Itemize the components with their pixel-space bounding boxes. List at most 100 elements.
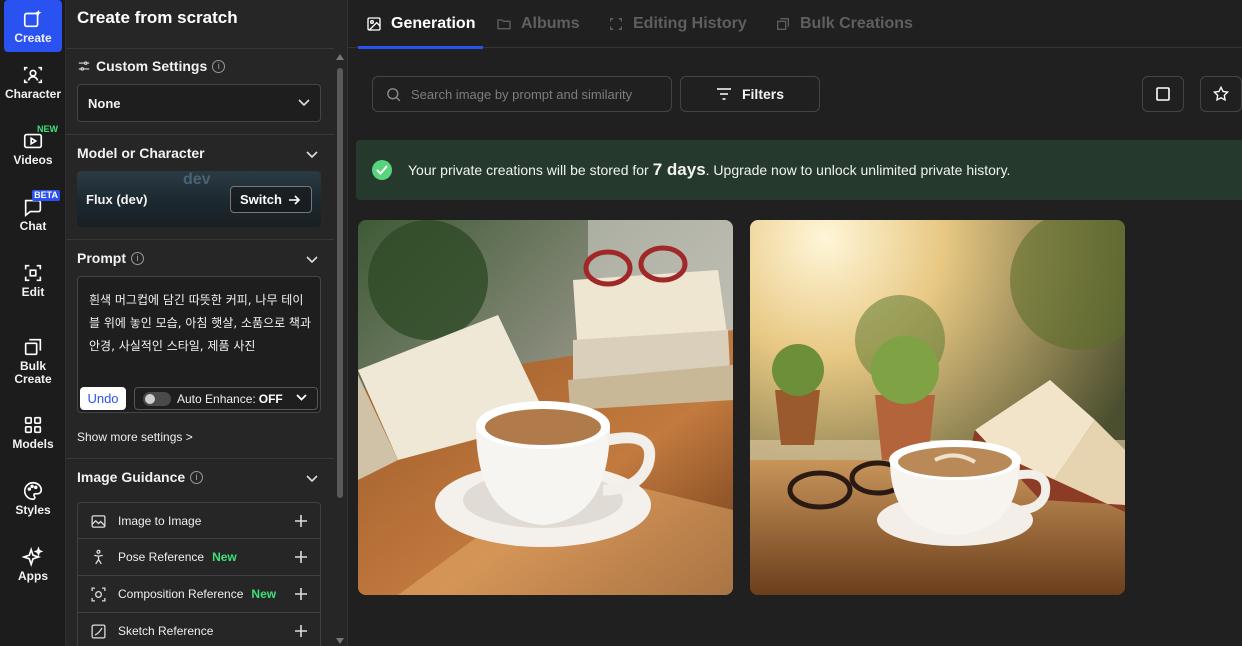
filter-icon bbox=[716, 88, 731, 100]
image-icon bbox=[367, 16, 381, 31]
tab-bar: Generation Albums Editing History Bulk C… bbox=[348, 0, 1242, 49]
rail-styles[interactable]: Styles bbox=[4, 472, 62, 524]
tab-generation[interactable]: Generation bbox=[358, 0, 484, 49]
select-mode-button[interactable] bbox=[1142, 76, 1184, 112]
scroll-down-arrow[interactable] bbox=[336, 638, 344, 644]
divider bbox=[66, 239, 334, 240]
rail-videos[interactable]: NEW Videos bbox=[4, 122, 62, 174]
model-card[interactable]: dev Flux (dev) Switch bbox=[77, 171, 321, 227]
notice-days: 7 days bbox=[652, 160, 706, 179]
guidance-label: Composition Reference bbox=[118, 587, 244, 601]
guidance-label: Pose Reference bbox=[118, 550, 205, 564]
rail-edit[interactable]: Edit bbox=[4, 254, 62, 306]
rail-label: Videos bbox=[13, 152, 53, 167]
sparkle-edit-icon bbox=[23, 9, 42, 27]
generated-image-2[interactable] bbox=[750, 220, 1125, 595]
tab-albums[interactable]: Albums bbox=[496, 0, 580, 47]
divider bbox=[66, 48, 334, 49]
left-rail: Create Character NEW Videos BETA Chat Ed… bbox=[0, 0, 66, 646]
panel-scrollbar[interactable] bbox=[335, 50, 345, 646]
guidance-pose-reference[interactable]: Pose Reference New bbox=[77, 539, 321, 576]
model-heading: Model or Character bbox=[77, 145, 205, 161]
tab-label: Generation bbox=[391, 14, 476, 32]
plus-icon[interactable] bbox=[294, 550, 308, 564]
info-icon[interactable]: i bbox=[190, 470, 204, 484]
sliders-icon bbox=[78, 61, 90, 71]
chevron-down-icon bbox=[298, 99, 310, 107]
rail-models[interactable]: Models bbox=[4, 406, 62, 458]
info-icon[interactable]: i bbox=[212, 59, 226, 73]
rail-character[interactable]: Character bbox=[4, 56, 62, 108]
generated-image-1[interactable] bbox=[358, 220, 733, 595]
auto-enhance-state: OFF bbox=[258, 391, 283, 406]
rail-label: Create bbox=[14, 30, 52, 45]
rail-create[interactable]: Create bbox=[4, 0, 62, 52]
custom-settings-select[interactable]: None bbox=[77, 84, 321, 122]
auto-enhance-label: Auto Enhance: bbox=[177, 391, 256, 406]
storage-notice-banner: Your private creations will be stored fo… bbox=[356, 140, 1242, 200]
image-guidance-heading: Image Guidance i bbox=[77, 469, 204, 485]
search-input[interactable]: Search image by prompt and similarity bbox=[372, 76, 672, 112]
divider bbox=[66, 458, 334, 459]
plus-icon[interactable] bbox=[294, 514, 308, 528]
grid-icon bbox=[24, 416, 42, 433]
chevron-down-icon[interactable] bbox=[306, 148, 318, 160]
rail-label: Bulk Create bbox=[14, 359, 52, 386]
guidance-image-to-image[interactable]: Image to Image bbox=[77, 502, 321, 539]
scroll-up-arrow[interactable] bbox=[336, 54, 344, 60]
prompt-textarea[interactable]: 흰색 머그컵에 담긴 따뜻한 커피, 나무 테이블 위에 놓인 모습, 아침 햇… bbox=[77, 276, 321, 413]
rail-bulk-create[interactable]: Bulk Create bbox=[4, 330, 62, 392]
rail-label: Edit bbox=[21, 284, 45, 299]
chevron-down-icon[interactable] bbox=[306, 472, 318, 484]
custom-settings-heading: Custom Settings i bbox=[77, 58, 226, 74]
toggle-switch[interactable] bbox=[143, 391, 171, 406]
bulk-icon bbox=[24, 338, 42, 356]
tab-label: Editing History bbox=[633, 14, 747, 32]
search-placeholder: Search image by prompt and similarity bbox=[411, 86, 633, 102]
rail-label: Chat bbox=[19, 218, 47, 233]
tab-bulk-creations[interactable]: Bulk Creations bbox=[775, 0, 913, 47]
guidance-label: Image to Image bbox=[118, 513, 202, 528]
favorites-button[interactable] bbox=[1200, 76, 1242, 112]
undo-button[interactable]: Undo bbox=[80, 387, 126, 410]
guidance-label: Sketch Reference bbox=[118, 624, 214, 638]
model-heading-label: Model or Character bbox=[77, 145, 205, 161]
chevron-down-icon[interactable] bbox=[306, 253, 318, 265]
rail-chat[interactable]: BETA Chat bbox=[4, 188, 62, 240]
show-more-settings-link[interactable]: Show more settings > bbox=[77, 430, 193, 444]
prompt-heading: Prompt i bbox=[77, 250, 144, 266]
new-tag: New bbox=[212, 550, 237, 564]
switch-label: Switch bbox=[240, 192, 282, 207]
plus-icon[interactable] bbox=[294, 587, 308, 601]
guidance-sketch-reference[interactable]: Sketch Reference bbox=[77, 613, 321, 646]
new-badge: NEW bbox=[37, 124, 58, 134]
info-icon[interactable]: i bbox=[131, 251, 144, 265]
custom-settings-value: None bbox=[88, 95, 121, 111]
arrow-right-icon bbox=[289, 195, 301, 205]
rail-label: Character bbox=[4, 86, 62, 101]
plus-icon[interactable] bbox=[294, 624, 308, 638]
main-area: Generation Albums Editing History Bulk C… bbox=[348, 0, 1242, 646]
scroll-thumb[interactable] bbox=[337, 68, 343, 498]
switch-model-button[interactable]: Switch bbox=[230, 186, 312, 213]
filters-button[interactable]: Filters bbox=[680, 76, 820, 112]
auto-enhance-toggle[interactable]: Auto Enhance: OFF bbox=[134, 387, 318, 410]
coffee-photo-1 bbox=[358, 220, 733, 595]
rail-apps[interactable]: Apps bbox=[4, 538, 62, 590]
notice-text-pre: Your private creations will be stored fo… bbox=[408, 162, 649, 178]
tab-editing-history[interactable]: Editing History bbox=[608, 0, 747, 47]
model-bg-word: dev bbox=[183, 171, 211, 188]
panel-title: Create from scratch bbox=[77, 8, 238, 27]
folder-icon bbox=[497, 18, 511, 29]
sketch-icon bbox=[91, 624, 106, 639]
guidance-composition-reference[interactable]: Composition Reference New bbox=[77, 576, 321, 613]
beta-badge: BETA bbox=[32, 190, 60, 201]
coffee-photo-2 bbox=[750, 220, 1125, 595]
square-icon bbox=[1156, 87, 1170, 101]
chevron-down-icon bbox=[296, 394, 307, 401]
palette-icon bbox=[24, 481, 43, 500]
composition-icon bbox=[91, 587, 106, 602]
bulk-icon bbox=[777, 17, 789, 30]
filters-label: Filters bbox=[741, 86, 784, 102]
new-tag: New bbox=[251, 587, 277, 601]
